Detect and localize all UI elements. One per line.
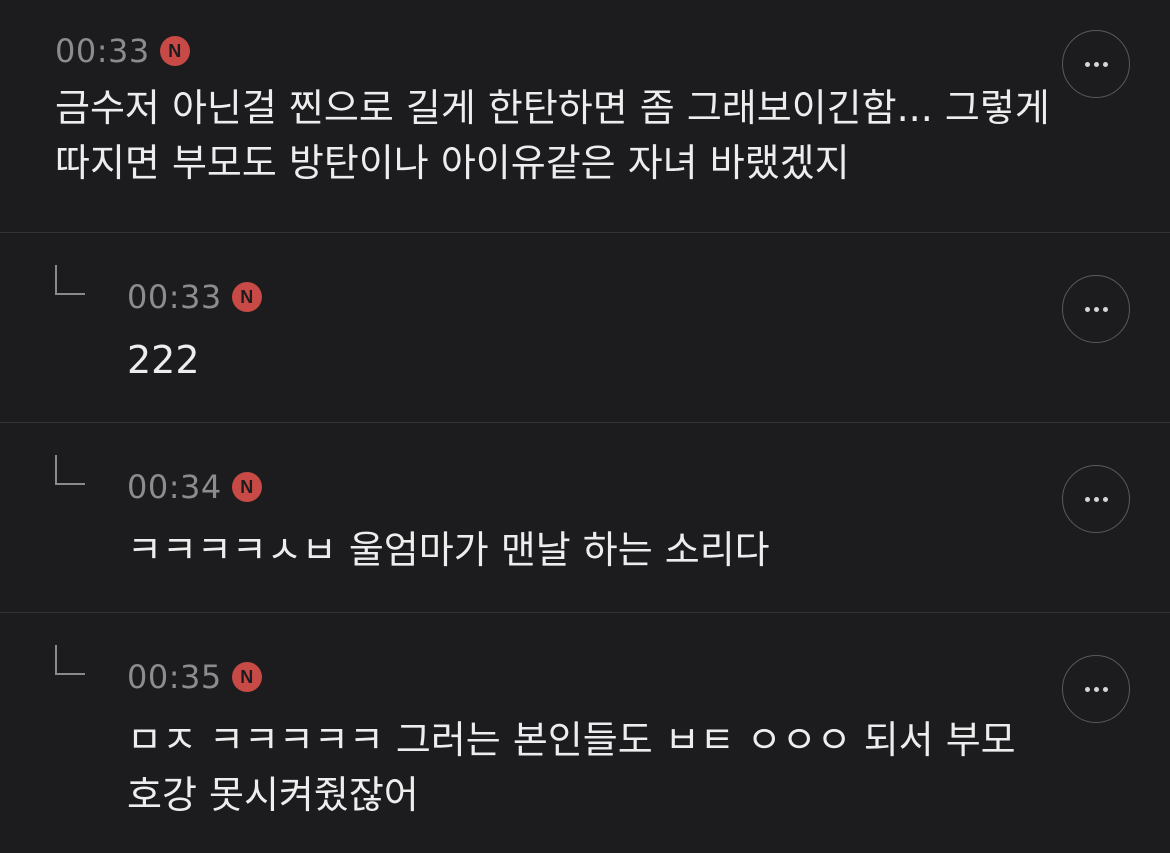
new-badge-icon: N [231, 472, 262, 502]
comment-item: 00:33 N 금수저 아닌걸 찐으로 길게 한탄하면 좀 그래보이긴함... … [0, 0, 1170, 233]
new-badge-icon: N [159, 36, 190, 66]
comment-time: 00:33 [127, 278, 222, 316]
comment-list: 00:33 N 금수저 아닌걸 찐으로 길게 한탄하면 좀 그래보이긴함... … [0, 0, 1170, 853]
new-badge-icon: N [231, 662, 262, 692]
reply-item: 00:35 N ㅁㅈ ㅋㅋㅋㅋㅋ 그러는 본인들도 ㅂㅌ ㅇㅇㅇ 되서 부모 호… [0, 613, 1170, 853]
more-options-button[interactable] [1062, 275, 1130, 343]
comment-time: 00:34 [127, 468, 222, 506]
comment-meta: 00:33 N [55, 31, 190, 71]
comment-text: ㅋㅋㅋㅋㅅㅂ 울엄마가 맨날 하는 소리다 [127, 528, 770, 572]
comment-text: 222 [127, 338, 200, 382]
more-options-button[interactable] [1062, 465, 1130, 533]
comment-text: ㅁㅈ ㅋㅋㅋㅋㅋ 그러는 본인들도 ㅂㅌ ㅇㅇㅇ 되서 부모 호강 못시켜줬잖어 [127, 718, 1028, 817]
more-options-icon [1084, 306, 1090, 312]
reply-item: 00:34 N ㅋㅋㅋㅋㅅㅂ 울엄마가 맨날 하는 소리다 [0, 423, 1170, 613]
comment-time: 00:35 [127, 658, 222, 696]
more-options-icon [1084, 61, 1090, 67]
reply-arrow-icon [55, 265, 85, 295]
more-options-icon [1084, 686, 1090, 692]
reply-arrow-icon [55, 645, 85, 675]
comment-time: 00:33 [55, 32, 150, 70]
more-options-button[interactable] [1062, 30, 1130, 98]
comment-meta: 00:35 N [127, 657, 262, 697]
reply-arrow-icon [55, 455, 85, 485]
comment-meta: 00:33 N [127, 277, 262, 317]
reply-item: 00:33 N 222 [0, 233, 1170, 423]
more-options-icon [1084, 496, 1090, 502]
new-badge-icon: N [231, 282, 262, 312]
comment-meta: 00:34 N [127, 467, 262, 507]
comment-text: 금수저 아닌걸 찐으로 길게 한탄하면 좀 그래보이긴함... 그렇게따지면 부… [55, 86, 1050, 185]
more-options-button[interactable] [1062, 655, 1130, 723]
